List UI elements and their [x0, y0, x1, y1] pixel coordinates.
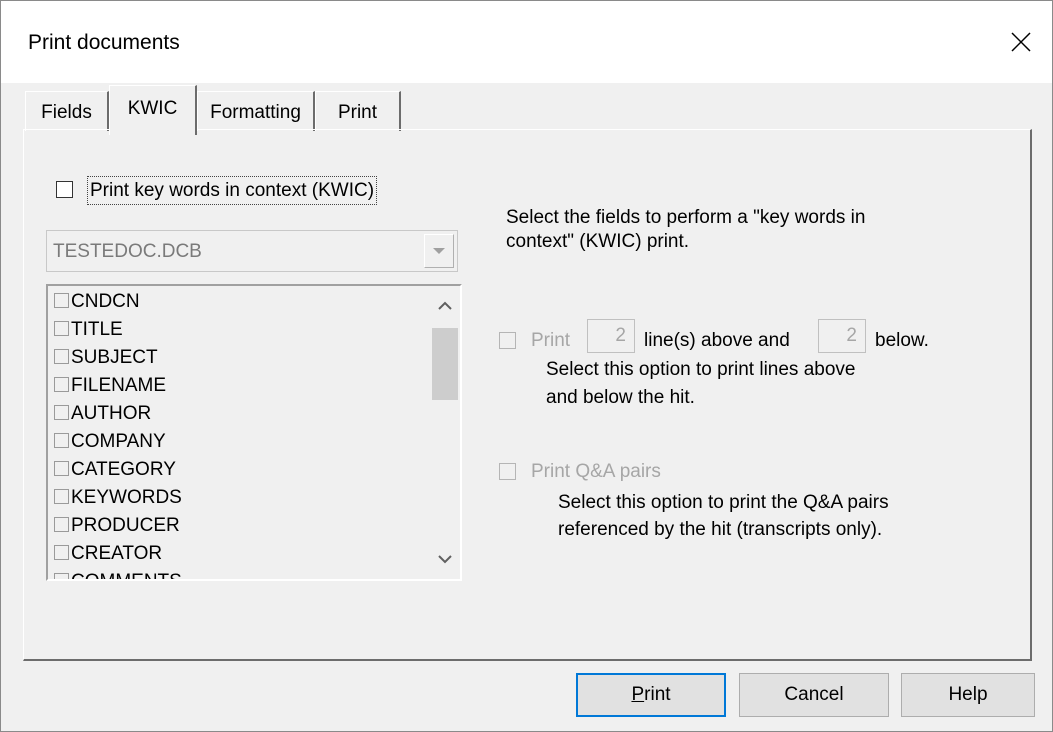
- list-item[interactable]: CREATOR: [54, 540, 162, 568]
- field-label: AUTHOR: [71, 403, 152, 424]
- qa-pairs-description-1: Select this option to print the Q&A pair…: [558, 492, 889, 513]
- fields-scrollbar[interactable]: [430, 286, 460, 579]
- field-label: TITLE: [71, 319, 123, 340]
- tab-formatting-label: Formatting: [210, 102, 301, 123]
- tab-print-label: Print: [337, 102, 378, 123]
- lines-option-description-1: Select this option to print lines above: [546, 359, 856, 380]
- kwic-checkbox-label[interactable]: Print key words in context (KWIC): [87, 176, 378, 205]
- print-button-label: rint: [644, 684, 671, 705]
- print-button-mnemonic: P: [631, 684, 645, 705]
- field-checkbox[interactable]: [54, 293, 69, 308]
- qa-pairs-checkbox[interactable]: [499, 463, 516, 480]
- field-label: KEYWORDS: [71, 487, 182, 508]
- lines-option-mid-label: line(s) above and: [644, 330, 790, 351]
- scrollbar-thumb[interactable]: [432, 328, 458, 400]
- kwic-description: Select the fields to perform a "key word…: [506, 207, 866, 252]
- field-checkbox[interactable]: [54, 545, 69, 560]
- lines-option-description-2: and below the hit.: [546, 387, 695, 408]
- field-label: CATEGORY: [71, 459, 176, 480]
- lines-option-print-label: Print: [531, 330, 571, 351]
- database-select-button[interactable]: [424, 234, 454, 268]
- list-item[interactable]: COMMENTS: [54, 568, 182, 579]
- print-button[interactable]: Print: [576, 673, 726, 717]
- cancel-button-label: Cancel: [784, 684, 844, 705]
- title-bar: Print documents: [1, 1, 1052, 83]
- field-label: COMPANY: [71, 431, 166, 452]
- field-label: COMMENTS: [71, 571, 182, 579]
- database-select[interactable]: TESTEDOC.DCB: [46, 230, 458, 272]
- window-title: Print documents: [28, 31, 180, 54]
- field-checkbox[interactable]: [54, 377, 69, 392]
- lines-above-input[interactable]: 2: [587, 319, 635, 353]
- tab-kwic[interactable]: KWIC: [109, 85, 197, 135]
- tab-print[interactable]: Print: [315, 91, 401, 131]
- tab-formatting[interactable]: Formatting: [197, 91, 315, 131]
- qa-pairs-description-2: referenced by the hit (transcripts only)…: [558, 519, 883, 540]
- close-button[interactable]: [990, 1, 1052, 83]
- field-checkbox[interactable]: [54, 433, 69, 448]
- qa-pairs-label: Print Q&A pairs: [531, 461, 661, 482]
- cancel-button[interactable]: Cancel: [739, 673, 889, 717]
- field-label: SUBJECT: [71, 347, 158, 368]
- list-item[interactable]: AUTHOR: [54, 400, 151, 428]
- tab-fields-label: Fields: [41, 102, 92, 123]
- lines-option-checkbox[interactable]: [499, 332, 516, 349]
- field-checkbox[interactable]: [54, 489, 69, 504]
- field-checkbox[interactable]: [54, 573, 69, 579]
- list-item[interactable]: SUBJECT: [54, 344, 158, 372]
- lines-below-input[interactable]: 2: [818, 319, 866, 353]
- field-checkbox[interactable]: [54, 405, 69, 420]
- list-item[interactable]: CNDCN: [54, 288, 140, 316]
- field-label: PRODUCER: [71, 515, 180, 536]
- tab-fields[interactable]: Fields: [25, 91, 109, 131]
- tab-kwic-label: KWIC: [127, 98, 178, 119]
- list-item[interactable]: TITLE: [54, 316, 123, 344]
- field-checkbox[interactable]: [54, 461, 69, 476]
- print-documents-dialog: Print documents Fields KWIC Formatting P…: [0, 0, 1053, 732]
- database-select-value: TESTEDOC.DCB: [53, 241, 202, 262]
- close-icon: [1011, 32, 1031, 52]
- field-label: FILENAME: [71, 375, 167, 396]
- list-item[interactable]: CATEGORY: [54, 456, 176, 484]
- list-item[interactable]: KEYWORDS: [54, 484, 182, 512]
- list-item[interactable]: PRODUCER: [54, 512, 180, 540]
- scroll-down-icon[interactable]: [436, 553, 454, 565]
- help-button[interactable]: Help: [901, 673, 1035, 717]
- kwic-checkbox[interactable]: [56, 181, 73, 198]
- field-checkbox[interactable]: [54, 517, 69, 532]
- dropdown-arrow-icon: [433, 248, 445, 254]
- scroll-up-icon[interactable]: [436, 300, 454, 312]
- list-item[interactable]: FILENAME: [54, 372, 166, 400]
- field-label: CREATOR: [71, 543, 163, 564]
- fields-listbox[interactable]: CNDCN TITLE SUBJECT FILENAME AUTHOR COMP…: [46, 284, 462, 581]
- help-button-label: Help: [948, 684, 988, 705]
- field-label: CNDCN: [71, 291, 140, 312]
- field-checkbox[interactable]: [54, 349, 69, 364]
- list-item[interactable]: COMPANY: [54, 428, 166, 456]
- field-checkbox[interactable]: [54, 321, 69, 336]
- lines-option-end-label: below.: [875, 330, 929, 351]
